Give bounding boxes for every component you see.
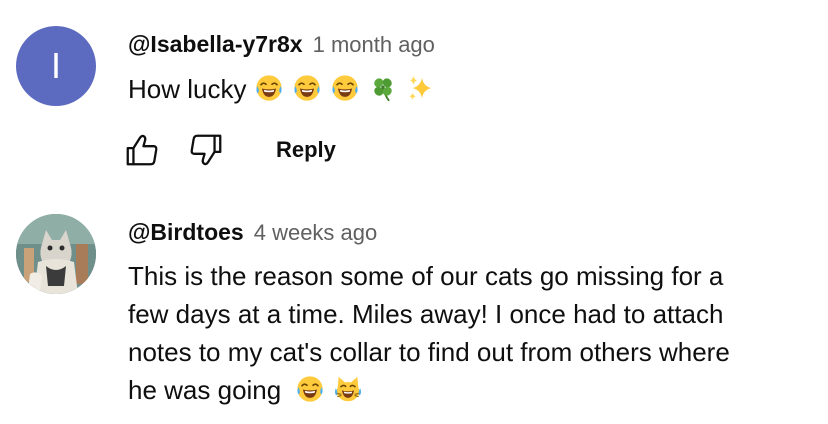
face-with-tears-of-joy-icon <box>295 374 325 404</box>
comment-text-content: How lucky <box>128 74 247 104</box>
comment-header: @Birdtoes 4 weeks ago <box>128 219 377 246</box>
comment-timestamp[interactable]: 1 month ago <box>313 32 435 58</box>
comment-text-content: he was going <box>128 375 282 405</box>
four-leaf-clover-icon <box>368 73 398 103</box>
face-with-tears-of-joy-icon <box>292 73 322 103</box>
comment-text-line-last: he was going <box>128 371 808 409</box>
comment-text-line: notes to my cat's collar to find out fro… <box>128 337 730 367</box>
avatar[interactable]: I <box>16 26 96 106</box>
sparkles-icon <box>406 73 436 103</box>
dislike-button[interactable] <box>184 128 228 172</box>
comment-author[interactable]: @Isabella-y7r8x <box>128 31 303 58</box>
cat-with-tears-of-joy-icon <box>333 374 363 404</box>
face-with-tears-of-joy-icon <box>254 73 284 103</box>
avatar-letter: I <box>50 45 61 86</box>
comment-actions: Reply <box>120 128 342 172</box>
like-button[interactable] <box>120 128 164 172</box>
face-with-tears-of-joy-icon <box>330 73 360 103</box>
comment-timestamp[interactable]: 4 weeks ago <box>254 220 378 246</box>
comment-text: This is the reason some of our cats go m… <box>128 257 808 409</box>
avatar[interactable] <box>16 214 96 294</box>
comment: @Birdtoes 4 weeks ago This is the reason… <box>0 200 828 424</box>
comment: I @Isabella-y7r8x 1 month ago How lucky … <box>0 0 828 200</box>
comment-text-line: few days at a time. Miles away! I once h… <box>128 299 724 329</box>
cat-photo-avatar-image <box>16 214 96 294</box>
comment-text: How lucky <box>128 70 808 108</box>
reply-button[interactable]: Reply <box>270 129 342 171</box>
comment-header: @Isabella-y7r8x 1 month ago <box>128 31 435 58</box>
thumbs-up-icon <box>126 134 158 166</box>
thumbs-down-icon <box>190 134 222 166</box>
comment-author[interactable]: @Birdtoes <box>128 219 244 246</box>
comment-text-line: This is the reason some of our cats go m… <box>128 261 724 291</box>
